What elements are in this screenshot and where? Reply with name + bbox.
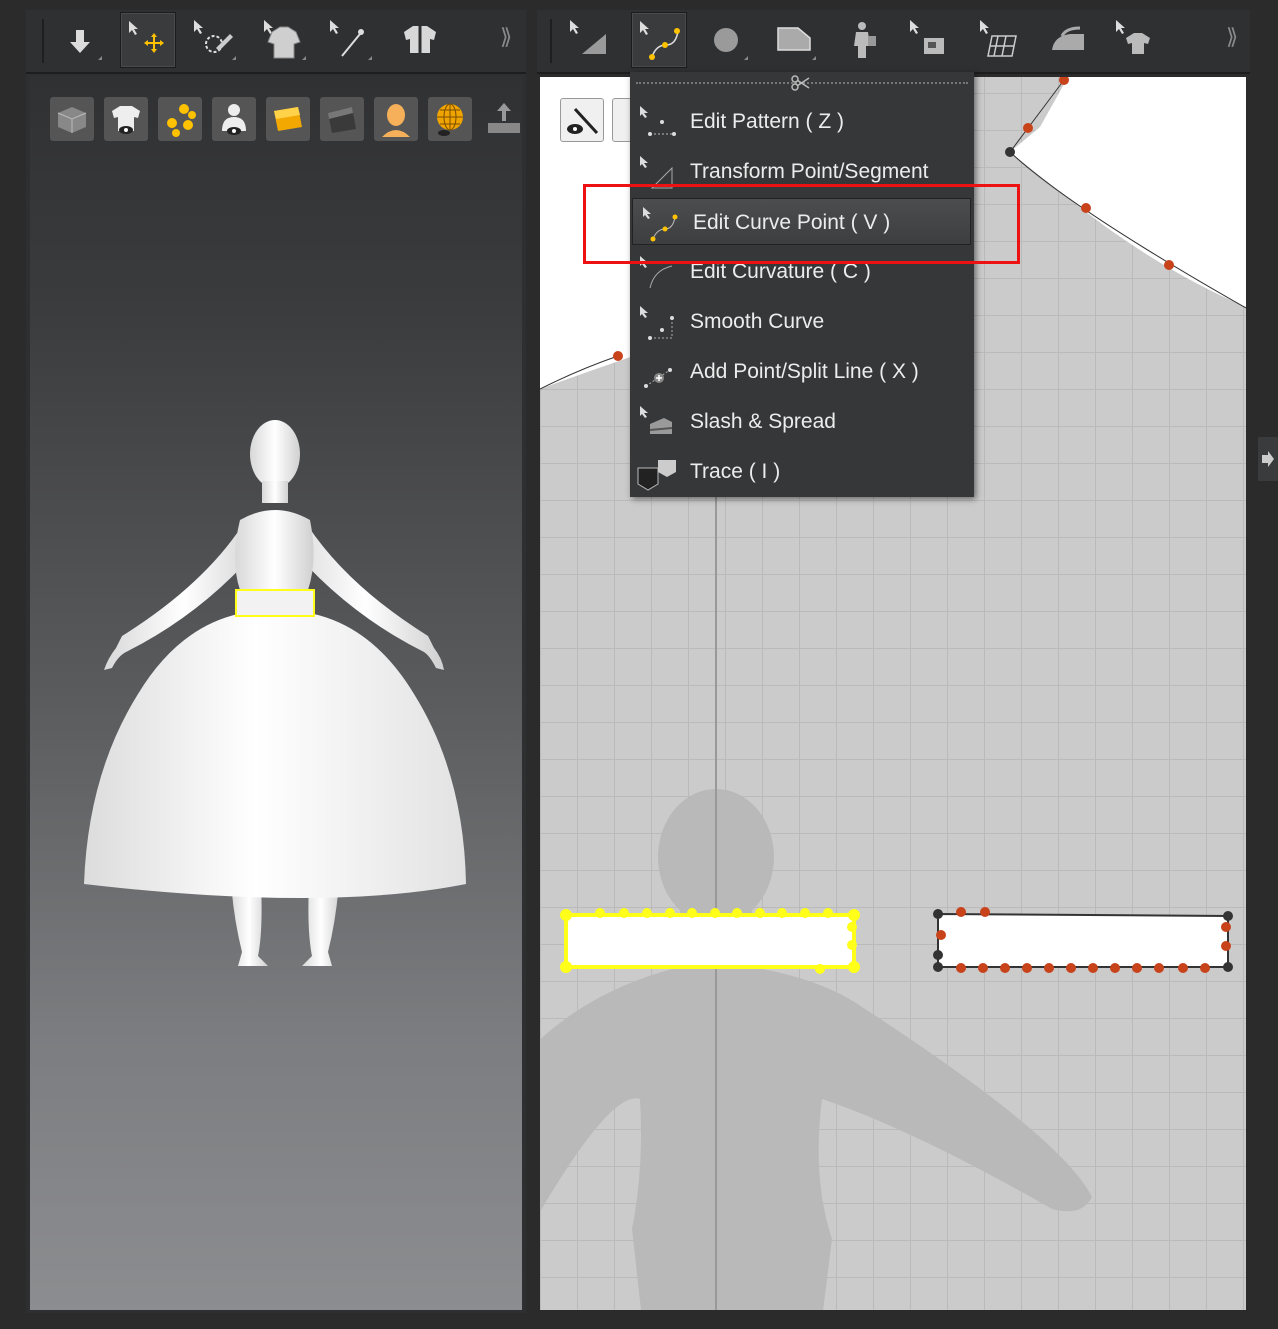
garment-fit-button[interactable] xyxy=(1108,12,1164,68)
edit-pin-icon xyxy=(330,20,372,60)
avatar-silhouette xyxy=(540,789,1092,1310)
slash-spread-icon xyxy=(640,406,673,434)
toolbar-separator xyxy=(42,19,44,63)
menu-item-label: Slash & Spread xyxy=(690,410,836,433)
circle-internal-button[interactable] xyxy=(698,12,754,68)
selected-waistband-pattern[interactable] xyxy=(560,908,860,974)
toolbar-separator xyxy=(550,19,552,63)
menu-item-trace[interactable]: Trace ( I ) xyxy=(630,448,974,498)
edit-curve-point-icon xyxy=(640,21,680,60)
fold-arrangement-icon xyxy=(264,20,306,60)
select-move-button[interactable] xyxy=(120,12,176,68)
add-point-icon xyxy=(644,368,672,388)
iron-icon xyxy=(1052,26,1084,50)
menu-item-label: Add Point/Split Line ( X ) xyxy=(690,360,919,383)
select-move-icon xyxy=(129,21,164,53)
transform-pattern-button[interactable] xyxy=(562,12,618,68)
select-mesh-brush-icon xyxy=(194,20,236,60)
transform-pattern-icon xyxy=(570,20,606,54)
fold-arrangement-button[interactable] xyxy=(256,12,312,68)
smooth-curve-icon xyxy=(640,306,674,340)
grid-sewing-button[interactable] xyxy=(972,12,1028,68)
edit-pin-button[interactable] xyxy=(322,12,378,68)
menu-item-label: Edit Pattern ( Z ) xyxy=(690,110,845,133)
iron-button[interactable] xyxy=(1040,12,1096,68)
grid-sewing-icon xyxy=(980,20,1017,57)
rectangle-pattern-button[interactable] xyxy=(766,12,822,68)
menu-item-add-point[interactable]: Add Point/Split Line ( X ) xyxy=(630,348,974,398)
menu-item-edit-pattern[interactable]: Edit Pattern ( Z ) xyxy=(630,98,974,148)
simulate-button[interactable] xyxy=(52,12,108,68)
annotation-highlight-box xyxy=(583,184,1020,264)
simulate-arrow-icon xyxy=(70,30,102,60)
rectangle-pattern-piece[interactable] xyxy=(933,907,1233,973)
menu-item-label: Trace ( I ) xyxy=(690,460,781,483)
menu-item-label: Smooth Curve xyxy=(690,310,825,333)
arrow-right-icon xyxy=(1262,451,1274,467)
select-mesh-brush-button[interactable] xyxy=(186,12,242,68)
rectangle-pattern-icon xyxy=(777,27,816,60)
arrangement-avatar-button[interactable] xyxy=(834,12,890,68)
garment-fit-icon xyxy=(1116,20,1150,54)
edit-curve-point-button[interactable] xyxy=(631,12,687,68)
pattern-eye-icon xyxy=(567,107,599,135)
sewing-icon xyxy=(910,20,944,54)
menu-item-slash-spread[interactable]: Slash & Spread xyxy=(630,398,974,448)
edit-pattern-icon xyxy=(640,106,676,136)
arrangement-avatar-icon xyxy=(854,22,876,58)
right-toolbar-more[interactable]: ⟫ xyxy=(1226,24,1238,50)
trace-icon xyxy=(637,460,676,491)
sewing-button[interactable] xyxy=(902,12,958,68)
avatar-3d-model[interactable] xyxy=(30,76,522,1310)
circle-internal-icon xyxy=(714,28,748,60)
show-garment-icon xyxy=(404,26,436,53)
scissors-icon xyxy=(791,75,810,91)
left-toolbar-more[interactable]: ⟫ xyxy=(500,24,512,50)
pattern-visibility-button[interactable] xyxy=(560,98,604,142)
pattern-view-button[interactable] xyxy=(612,98,632,142)
panel-collapse-handle[interactable] xyxy=(1258,437,1278,481)
show-garment-button[interactable] xyxy=(392,12,448,68)
menu-item-label: Transform Point/Segment xyxy=(690,160,929,183)
menu-item-smooth-curve[interactable]: Smooth Curve xyxy=(630,298,974,348)
